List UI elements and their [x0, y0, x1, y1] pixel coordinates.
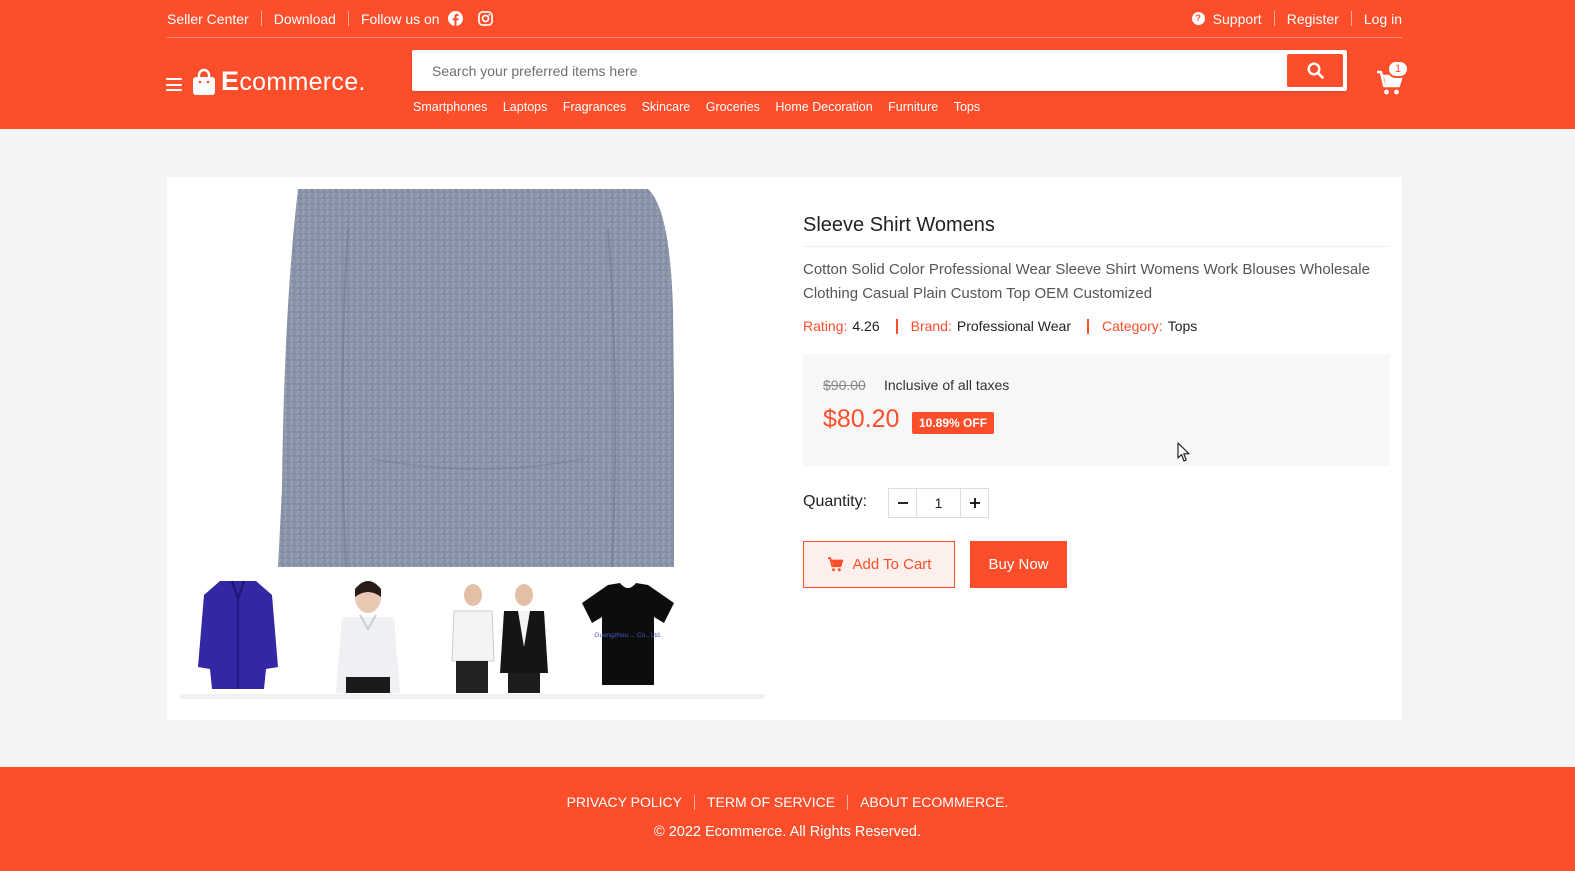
minus-icon	[897, 502, 908, 504]
thumbnail-black-tee[interactable]: Guangzhou ... Co., Ltd.	[570, 577, 686, 693]
site-header: Seller Center Download Follow us on ? Su…	[0, 0, 1575, 129]
site-footer: PRIVACY POLICY TERM OF SERVICE ABOUT ECO…	[0, 767, 1575, 871]
seller-center-link[interactable]: Seller Center	[167, 11, 249, 27]
add-to-cart-button[interactable]: Add To Cart	[803, 541, 955, 588]
topbar-right: ? Support Register Log in	[1191, 11, 1402, 27]
instagram-icon[interactable]	[477, 11, 493, 26]
title-divider	[803, 246, 1390, 247]
divider	[1350, 11, 1352, 26]
rating-value: 4.26	[852, 318, 880, 334]
footer-links: PRIVACY POLICY TERM OF SERVICE ABOUT ECO…	[0, 794, 1575, 810]
thumbnail-white-shirt[interactable]	[310, 577, 426, 693]
quantity-value[interactable]: 1	[916, 489, 961, 517]
brand-label: Brand:	[910, 318, 952, 334]
price-box: $90.00 Inclusive of all taxes $80.20 10.…	[803, 354, 1390, 466]
shopping-bag-icon	[193, 68, 215, 96]
topbar-left: Seller Center Download Follow us on	[167, 11, 493, 27]
product-main-image[interactable]	[278, 189, 674, 567]
thumbnail-strip: Guangzhou ... Co., Ltd.	[180, 577, 765, 693]
quantity-stepper: 1	[888, 488, 989, 518]
privacy-policy-link[interactable]: PRIVACY POLICY	[567, 794, 682, 810]
logo-text: Ecommerce.	[221, 66, 366, 96]
search-icon	[1306, 62, 1324, 79]
divider	[847, 794, 849, 810]
category-value: Tops	[1167, 318, 1198, 334]
category-laptops[interactable]: Laptops	[503, 100, 547, 114]
mouse-cursor-icon	[1177, 442, 1191, 468]
buy-now-button[interactable]: Buy Now	[970, 541, 1067, 588]
category-groceries[interactable]: Groceries	[706, 100, 760, 114]
divider	[260, 11, 262, 26]
thumbnail-scrollbar[interactable]	[180, 694, 765, 699]
menu-icon[interactable]	[166, 78, 182, 91]
thumbnail-blue-shirt[interactable]	[180, 577, 296, 693]
divider	[1087, 318, 1089, 334]
download-link[interactable]: Download	[274, 11, 336, 27]
category-home-decoration[interactable]: Home Decoration	[775, 100, 872, 114]
login-link[interactable]: Log in	[1364, 11, 1402, 27]
logo[interactable]: Ecommerce.	[193, 66, 366, 97]
add-to-cart-label: Add To Cart	[852, 556, 932, 573]
copyright: © 2022 Ecommerce. All Rights Reserved.	[654, 824, 921, 840]
cart-icon	[827, 557, 843, 572]
original-price: $90.00	[823, 377, 866, 393]
product-meta: Rating: 4.26 Brand: Professional Wear Ca…	[803, 318, 1197, 334]
category-furniture[interactable]: Furniture	[888, 100, 938, 114]
increase-quantity-button[interactable]	[961, 489, 988, 517]
divider	[1273, 11, 1275, 26]
follow-us-label: Follow us on	[360, 10, 440, 27]
tax-note: Inclusive of all taxes	[884, 377, 1010, 393]
search-input[interactable]	[412, 50, 1284, 91]
category-label: Category:	[1102, 318, 1163, 334]
category-smartphones[interactable]: Smartphones	[413, 100, 487, 114]
about-link[interactable]: ABOUT ECOMMERCE.	[860, 794, 1008, 810]
category-skincare[interactable]: Skincare	[642, 100, 691, 114]
search-button[interactable]	[1287, 54, 1343, 87]
thumbnail-two-women[interactable]	[440, 577, 556, 693]
category-tops[interactable]: Tops	[954, 100, 980, 114]
facebook-icon[interactable]	[447, 11, 463, 26]
product-title: Sleeve Shirt Womens	[803, 214, 995, 236]
decrease-quantity-button[interactable]	[889, 489, 916, 517]
question-icon: ?	[1191, 12, 1205, 25]
sale-price: $80.20	[823, 405, 900, 433]
rating-label: Rating:	[803, 318, 848, 334]
support-link[interactable]: Support	[1213, 11, 1262, 27]
top-bar: Seller Center Download Follow us on ? Su…	[167, 0, 1402, 38]
plus-icon	[969, 498, 980, 508]
divider	[895, 318, 898, 334]
divider	[694, 794, 695, 810]
register-link[interactable]: Register	[1287, 11, 1339, 27]
product-card: Guangzhou ... Co., Ltd. Sleeve Shirt Wom…	[167, 177, 1402, 720]
search-bar	[412, 50, 1347, 91]
product-description: Cotton Solid Color Professional Wear Sle…	[803, 261, 1370, 302]
brand-value: Professional Wear	[956, 318, 1071, 334]
divider	[347, 11, 349, 26]
cart-count-badge: 1	[1387, 60, 1409, 78]
category-nav: Smartphones Laptops Fragrances Skincare …	[413, 100, 996, 114]
category-fragrances[interactable]: Fragrances	[563, 100, 626, 114]
discount-badge: 10.89% OFF	[912, 412, 995, 434]
thumb-caption: Guangzhou ... Co., Ltd.	[594, 632, 661, 639]
quantity-label: Quantity:	[803, 493, 868, 510]
terms-of-service-link[interactable]: TERM OF SERVICE	[707, 794, 835, 810]
